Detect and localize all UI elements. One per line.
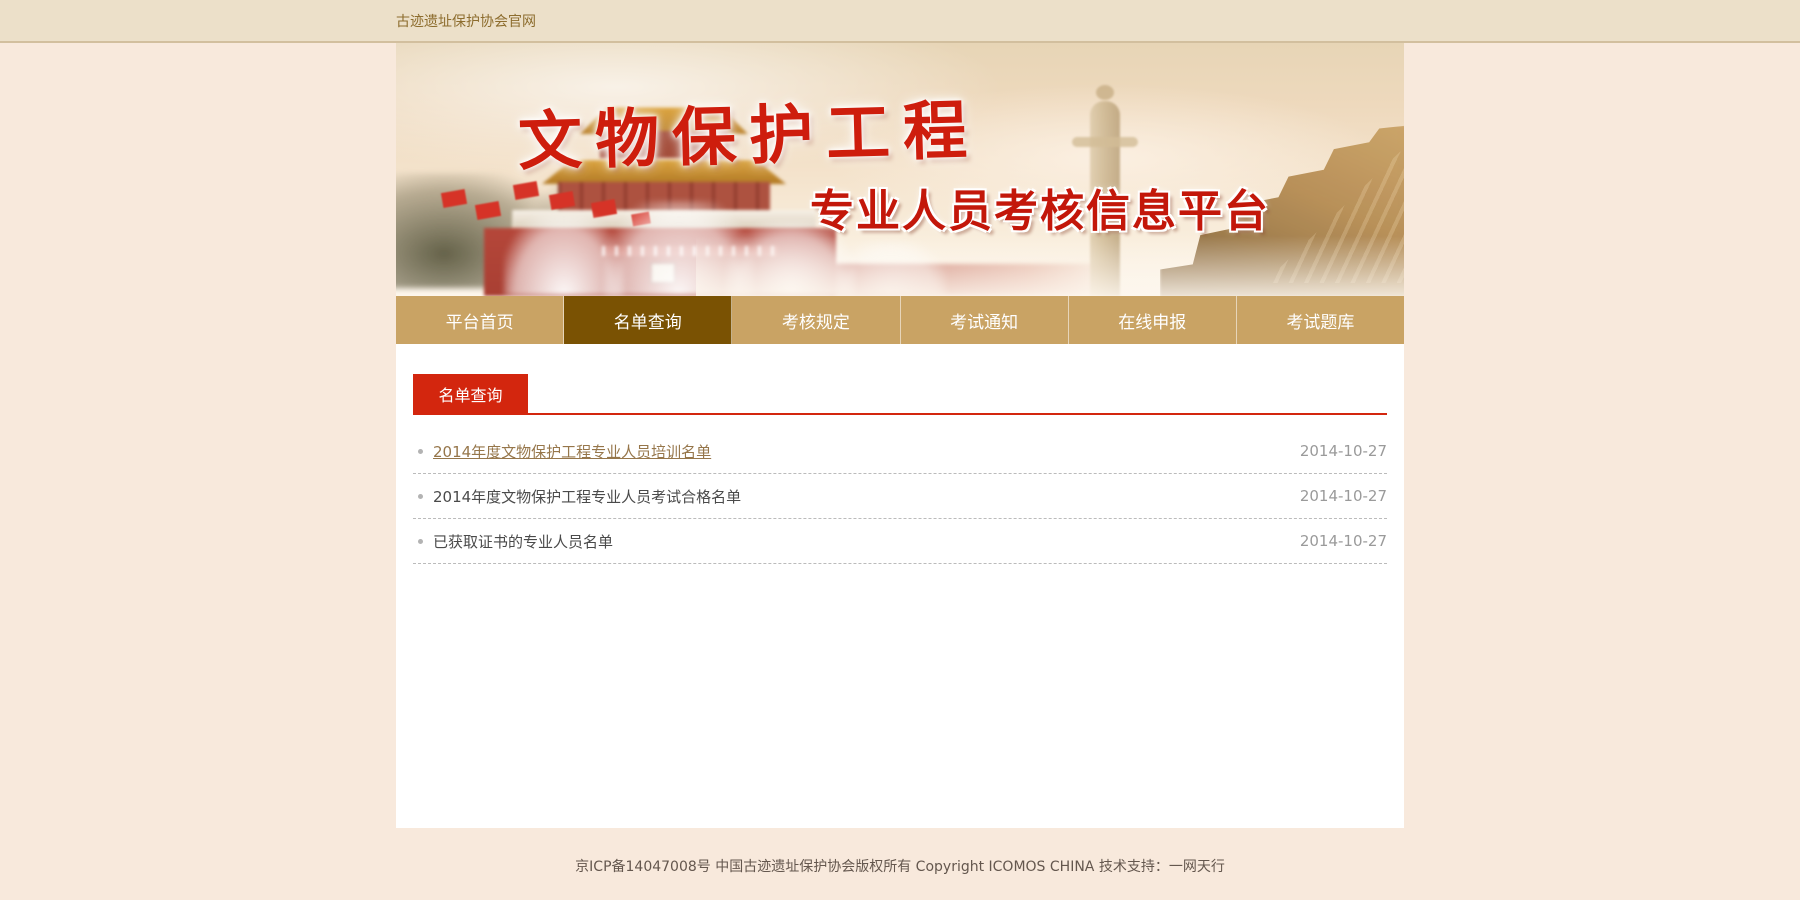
site-home-link[interactable]: 古迹遗址保护协会官网 <box>396 14 536 30</box>
tab-name-list-query[interactable]: 名单查询 <box>413 374 528 413</box>
top-bar: 古迹遗址保护协会官网 <box>0 0 1800 43</box>
news-date: 2014-10-27 <box>1300 532 1387 550</box>
footer-copyright: 京ICP备14047008号 中国古迹遗址保护协会版权所有 Copyright … <box>0 828 1800 876</box>
bullet-icon <box>418 539 423 544</box>
news-date: 2014-10-27 <box>1300 442 1387 460</box>
main-nav: 平台首页 名单查询 考核规定 考试通知 在线申报 考试题库 <box>396 296 1404 344</box>
nav-item-home[interactable]: 平台首页 <box>396 296 564 344</box>
huabiao-pillar-wings <box>1072 137 1138 147</box>
main-wrapper: 文物保护工程 专业人员考核信息平台 平台首页 名单查询 考核规定 考试通知 在线… <box>396 43 1404 828</box>
nav-item-online-apply[interactable]: 在线申报 <box>1069 296 1237 344</box>
nav-item-name-list[interactable]: 名单查询 <box>564 296 732 344</box>
banner-subtitle: 专业人员考核信息平台 <box>810 175 1270 239</box>
top-bar-inner: 古迹遗址保护协会官网 <box>396 0 1404 43</box>
header-banner: 文物保护工程 专业人员考核信息平台 <box>396 43 1404 296</box>
banner-title: 文物保护工程 <box>517 79 981 183</box>
nav-item-regulations[interactable]: 考核规定 <box>732 296 900 344</box>
nav-item-exam-notice[interactable]: 考试通知 <box>901 296 1069 344</box>
bullet-icon <box>418 449 423 454</box>
list-item: 已获取证书的专业人员名单 2014-10-27 <box>413 519 1387 564</box>
news-list: 2014年度文物保护工程专业人员培训名单 2014-10-27 2014年度文物… <box>413 429 1387 564</box>
nav-item-question-bank[interactable]: 考试题库 <box>1237 296 1404 344</box>
news-link-passed-list[interactable]: 2014年度文物保护工程专业人员考试合格名单 <box>433 486 741 507</box>
huabiao-pillar-cap <box>1096 85 1114 100</box>
news-link-certified-list[interactable]: 已获取证书的专业人员名单 <box>433 531 613 552</box>
section-header: 名单查询 <box>413 374 1387 415</box>
news-link-training-list[interactable]: 2014年度文物保护工程专业人员培训名单 <box>433 441 711 462</box>
content-panel: 名单查询 2014年度文物保护工程专业人员培训名单 2014-10-27 201… <box>396 344 1404 828</box>
bullet-icon <box>418 494 423 499</box>
list-item: 2014年度文物保护工程专业人员培训名单 2014-10-27 <box>413 429 1387 474</box>
list-item: 2014年度文物保护工程专业人员考试合格名单 2014-10-27 <box>413 474 1387 519</box>
banner-bottom-haze <box>696 236 1404 296</box>
news-date: 2014-10-27 <box>1300 487 1387 505</box>
